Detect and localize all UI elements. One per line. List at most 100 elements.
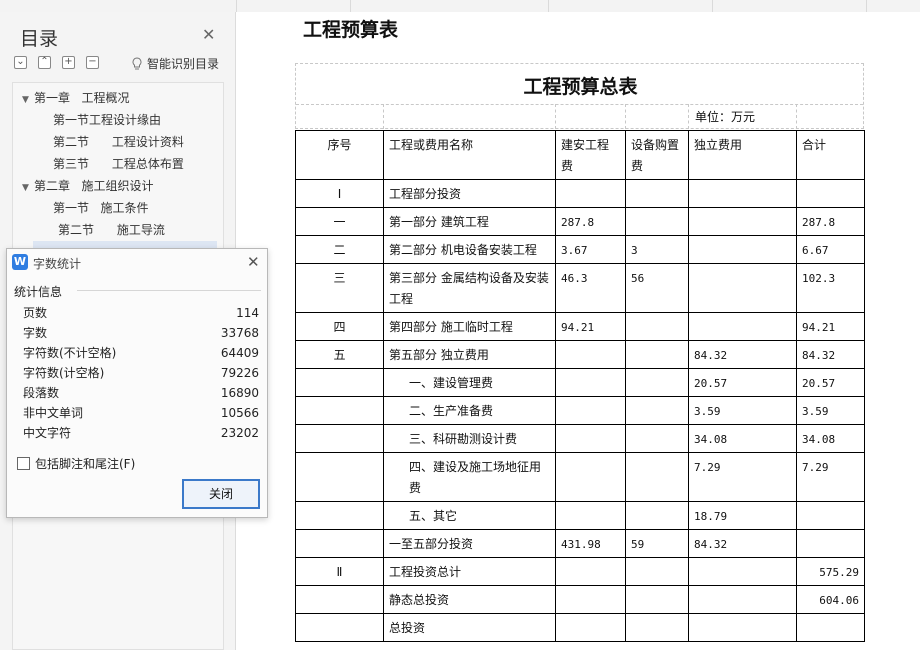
table-cell[interactable]: 第四部分 施工临时工程 bbox=[383, 312, 556, 341]
table-cell[interactable]: 7.29 bbox=[796, 452, 865, 502]
table-cell[interactable] bbox=[555, 585, 626, 614]
table-cell[interactable]: 20.57 bbox=[796, 368, 865, 397]
expand-icon[interactable]: ⌄ bbox=[14, 56, 27, 69]
table-cell[interactable]: 第一部分 建筑工程 bbox=[383, 207, 556, 236]
table-cell[interactable]: 五 bbox=[295, 340, 384, 369]
column-header[interactable]: 合计 bbox=[796, 130, 865, 180]
column-header[interactable]: 独立费用 bbox=[688, 130, 797, 180]
table-cell[interactable]: 一 bbox=[295, 207, 384, 236]
table-cell[interactable]: 431.98 bbox=[555, 529, 626, 558]
table-cell[interactable]: Ⅱ bbox=[295, 557, 384, 586]
table-cell[interactable]: 第三部分 金属结构设备及安装工程 bbox=[383, 263, 556, 313]
table-cell[interactable] bbox=[625, 207, 689, 236]
table-cell[interactable]: 7.29 bbox=[688, 452, 797, 502]
add-icon[interactable]: + bbox=[62, 56, 75, 69]
table-cell[interactable] bbox=[295, 585, 384, 614]
table-cell[interactable]: 静态总投资 bbox=[383, 585, 556, 614]
close-icon[interactable]: ✕ bbox=[202, 25, 215, 44]
column-header[interactable]: 工程或费用名称 bbox=[383, 130, 556, 180]
table-cell[interactable] bbox=[796, 501, 865, 530]
toc-item-section[interactable]: 第一节 施工条件 bbox=[53, 198, 148, 218]
table-cell[interactable] bbox=[555, 368, 626, 397]
smart-toc-button[interactable]: 智能识别目录 bbox=[131, 55, 219, 72]
table-cell[interactable] bbox=[688, 557, 797, 586]
table-cell[interactable] bbox=[688, 263, 797, 313]
table-cell[interactable] bbox=[688, 585, 797, 614]
column-header[interactable]: 建安工程费 bbox=[555, 130, 626, 180]
table-cell[interactable]: 第五部分 独立费用 bbox=[383, 340, 556, 369]
table-cell[interactable] bbox=[688, 235, 797, 264]
table-cell[interactable] bbox=[625, 557, 689, 586]
table-cell[interactable]: 3.59 bbox=[796, 396, 865, 425]
table-cell[interactable]: 6.67 bbox=[796, 235, 865, 264]
table-cell[interactable]: 第二部分 机电设备安装工程 bbox=[383, 235, 556, 264]
table-cell[interactable] bbox=[295, 529, 384, 558]
table-cell[interactable]: 三、科研勘测设计费 bbox=[383, 424, 556, 453]
table-cell[interactable]: 575.29 bbox=[796, 557, 865, 586]
table-cell[interactable] bbox=[625, 340, 689, 369]
close-button[interactable]: 关闭 bbox=[182, 479, 260, 509]
table-cell[interactable]: 34.08 bbox=[796, 424, 865, 453]
table-cell[interactable] bbox=[625, 396, 689, 425]
table-cell[interactable] bbox=[625, 585, 689, 614]
checkbox-box[interactable] bbox=[17, 457, 30, 470]
table-cell[interactable] bbox=[555, 179, 626, 208]
table-cell[interactable]: Ⅰ bbox=[295, 179, 384, 208]
close-icon[interactable]: ✕ bbox=[247, 253, 260, 271]
table-cell[interactable] bbox=[555, 613, 626, 642]
table-cell[interactable]: 四 bbox=[295, 312, 384, 341]
table-cell[interactable] bbox=[688, 179, 797, 208]
table-cell[interactable]: 59 bbox=[625, 529, 689, 558]
table-cell[interactable] bbox=[295, 424, 384, 453]
toc-item-section[interactable]: 第一节工程设计缘由 bbox=[53, 110, 161, 130]
table-cell[interactable]: 287.8 bbox=[555, 207, 626, 236]
table-cell[interactable] bbox=[295, 452, 384, 502]
table-cell[interactable]: 287.8 bbox=[796, 207, 865, 236]
table-cell[interactable]: 604.06 bbox=[796, 585, 865, 614]
table-cell[interactable] bbox=[625, 424, 689, 453]
table-cell[interactable]: 46.3 bbox=[555, 263, 626, 313]
toc-item-section[interactable]: 第二节 工程设计资料 bbox=[53, 132, 184, 152]
table-cell[interactable]: 工程投资总计 bbox=[383, 557, 556, 586]
toc-item-chapter-1[interactable]: ▼ 第一章 工程概况 bbox=[22, 88, 129, 108]
table-cell[interactable] bbox=[625, 368, 689, 397]
toc-item-section[interactable]: 第二节 施工导流 bbox=[58, 220, 165, 240]
table-cell[interactable] bbox=[555, 340, 626, 369]
table-cell[interactable] bbox=[295, 368, 384, 397]
table-cell[interactable]: 四、建设及施工场地征用费 bbox=[383, 452, 556, 502]
table-cell[interactable]: 总投资 bbox=[383, 613, 556, 642]
chevron-down-icon[interactable]: ▼ bbox=[22, 178, 34, 198]
table-cell[interactable] bbox=[555, 396, 626, 425]
chevron-down-icon[interactable]: ▼ bbox=[22, 90, 34, 110]
table-cell[interactable] bbox=[625, 613, 689, 642]
table-cell[interactable]: 3 bbox=[625, 235, 689, 264]
table-cell[interactable]: 三 bbox=[295, 263, 384, 313]
column-header[interactable]: 序号 bbox=[295, 130, 384, 180]
table-cell[interactable]: 84.32 bbox=[688, 340, 797, 369]
table-cell[interactable]: 34.08 bbox=[688, 424, 797, 453]
table-cell[interactable] bbox=[295, 613, 384, 642]
table-cell[interactable]: 五、其它 bbox=[383, 501, 556, 530]
table-cell[interactable] bbox=[796, 179, 865, 208]
collapse-up-icon[interactable]: ⌃ bbox=[38, 56, 51, 69]
table-cell[interactable]: 18.79 bbox=[688, 501, 797, 530]
table-cell[interactable]: 94.21 bbox=[796, 312, 865, 341]
table-cell[interactable]: 一、建设管理费 bbox=[383, 368, 556, 397]
table-cell[interactable] bbox=[796, 613, 865, 642]
table-cell[interactable]: 二 bbox=[295, 235, 384, 264]
table-cell[interactable] bbox=[625, 312, 689, 341]
table-cell[interactable] bbox=[295, 501, 384, 530]
table-cell[interactable] bbox=[295, 396, 384, 425]
remove-icon[interactable]: − bbox=[86, 56, 99, 69]
table-cell[interactable] bbox=[688, 207, 797, 236]
footnotes-checkbox[interactable]: 包括脚注和尾注(F) bbox=[17, 455, 135, 472]
table-cell[interactable]: 84.32 bbox=[796, 340, 865, 369]
toc-item-section[interactable]: 第三节 工程总体布置 bbox=[53, 154, 184, 174]
table-cell[interactable]: 20.57 bbox=[688, 368, 797, 397]
table-cell[interactable] bbox=[625, 179, 689, 208]
table-cell[interactable]: 一至五部分投资 bbox=[383, 529, 556, 558]
table-cell[interactable] bbox=[555, 501, 626, 530]
table-cell[interactable] bbox=[625, 452, 689, 502]
table-cell[interactable]: 二、生产准备费 bbox=[383, 396, 556, 425]
table-cell[interactable]: 3.67 bbox=[555, 235, 626, 264]
